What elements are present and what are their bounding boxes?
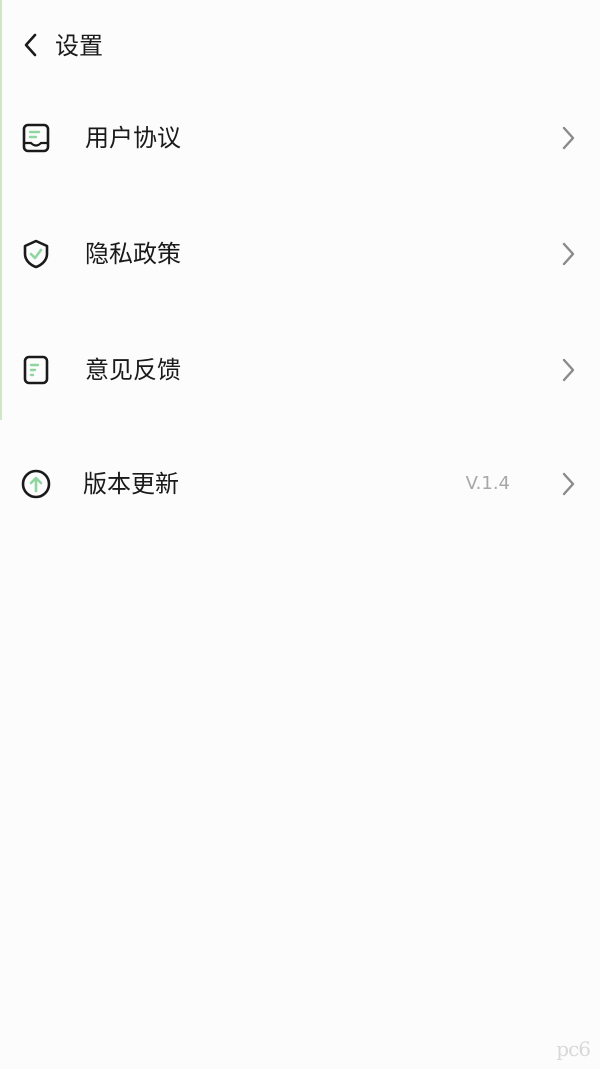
feedback-note-icon <box>18 352 54 388</box>
settings-item-feedback[interactable]: 意见反馈 <box>0 312 600 428</box>
settings-item-version-update[interactable]: 版本更新 V.1.4 <box>0 428 600 544</box>
chevron-right-icon <box>554 352 582 388</box>
chevron-right-icon <box>554 120 582 156</box>
back-button[interactable] <box>14 30 48 64</box>
upgrade-arrow-icon <box>18 466 54 502</box>
chevron-right-icon <box>554 466 582 502</box>
watermark: pc6 <box>556 1037 591 1061</box>
document-icon <box>18 120 54 156</box>
settings-list: 用户协议 隐私政策 意见反馈 版本更新 V.1.4 <box>0 80 600 544</box>
settings-item-label: 隐私政策 <box>85 240 181 268</box>
shield-check-icon <box>18 236 54 272</box>
settings-item-label: 版本更新 <box>83 470 179 498</box>
chevron-left-icon <box>22 32 40 62</box>
version-value: V.1.4 <box>465 473 510 494</box>
header: 设置 <box>0 0 600 92</box>
settings-item-label: 用户协议 <box>85 124 181 152</box>
settings-item-label: 意见反馈 <box>85 356 181 384</box>
chevron-right-icon <box>554 236 582 272</box>
page-title: 设置 <box>55 32 103 60</box>
settings-item-privacy-policy[interactable]: 隐私政策 <box>0 196 600 312</box>
settings-item-user-agreement[interactable]: 用户协议 <box>0 80 600 196</box>
